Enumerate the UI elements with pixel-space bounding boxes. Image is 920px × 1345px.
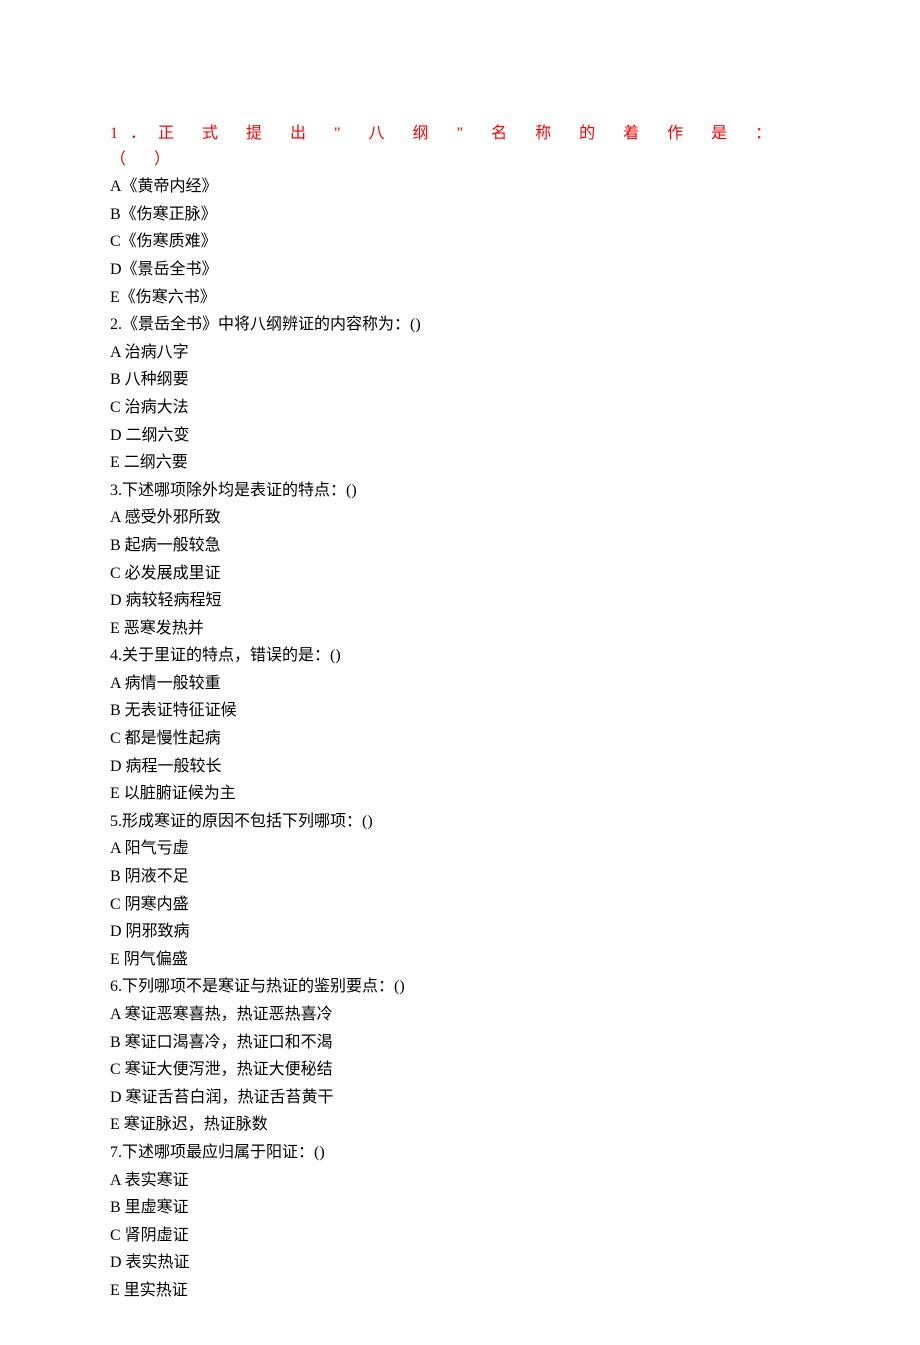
option-text: B 里虚寒证	[110, 1194, 810, 1222]
option-text: C《伤寒质难》	[110, 228, 810, 256]
option-text: C 治病大法	[110, 394, 810, 422]
option-text: B 阴液不足	[110, 863, 810, 891]
option-text: A《黄帝内经》	[110, 173, 810, 201]
option-text: A 治病八字	[110, 339, 810, 367]
option-text: D 阴邪致病	[110, 918, 810, 946]
option-text: C 肾阴虚证	[110, 1222, 810, 1250]
question-text: 7.下述哪项最应归属于阳证：()	[110, 1139, 810, 1167]
option-text: B 寒证口渴喜冷，热证口和不渴	[110, 1029, 810, 1057]
question-text: 1．正 式 提 出 " 八 纲 " 名 称 的 着 作 是 ： （ ）	[110, 120, 810, 173]
option-text: D 病程一般较长	[110, 753, 810, 781]
question-text: 3.下述哪项除外均是表证的特点：()	[110, 477, 810, 505]
option-text: C 寒证大便泻泄，热证大便秘结	[110, 1056, 810, 1084]
option-text: E 恶寒发热并	[110, 615, 810, 643]
option-text: E 里实热证	[110, 1277, 810, 1305]
option-text: D 寒证舌苔白润，热证舌苔黄干	[110, 1084, 810, 1112]
option-text: B《伤寒正脉》	[110, 201, 810, 229]
question-text: 2.《景岳全书》中将八纲辨证的内容称为：()	[110, 311, 810, 339]
option-text: E 二纲六要	[110, 449, 810, 477]
option-text: B 八种纲要	[110, 366, 810, 394]
option-text: E《伤寒六书》	[110, 284, 810, 312]
option-text: B 无表证特征证候	[110, 697, 810, 725]
option-text: D 表实热证	[110, 1249, 810, 1277]
option-text: D 二纲六变	[110, 422, 810, 450]
question-text: 4.关于里证的特点，错误的是：()	[110, 642, 810, 670]
option-text: A 寒证恶寒喜热，热证恶热喜冷	[110, 1001, 810, 1029]
question-text: 5.形成寒证的原因不包括下列哪项：()	[110, 808, 810, 836]
option-text: C 都是慢性起病	[110, 725, 810, 753]
option-text: A 表实寒证	[110, 1167, 810, 1195]
option-text: C 阴寒内盛	[110, 891, 810, 919]
option-text: A 感受外邪所致	[110, 504, 810, 532]
option-text: A 病情一般较重	[110, 670, 810, 698]
option-text: C 必发展成里证	[110, 560, 810, 588]
question-text: 6.下列哪项不是寒证与热证的鉴别要点：()	[110, 973, 810, 1001]
option-text: E 以脏腑证候为主	[110, 780, 810, 808]
option-text: D《景岳全书》	[110, 256, 810, 284]
option-text: B 起病一般较急	[110, 532, 810, 560]
option-text: E 寒证脉迟，热证脉数	[110, 1111, 810, 1139]
option-text: A 阳气亏虚	[110, 835, 810, 863]
option-text: D 病较轻病程短	[110, 587, 810, 615]
option-text: E 阴气偏盛	[110, 946, 810, 974]
